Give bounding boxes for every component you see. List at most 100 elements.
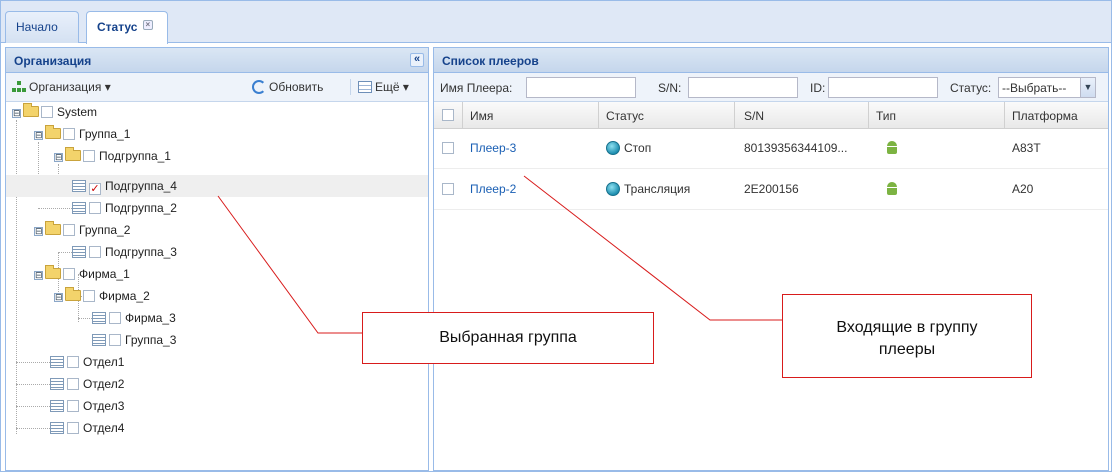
tree-node-label: Фирма_3 bbox=[125, 311, 176, 325]
collapse-icon[interactable]: ⊟ bbox=[34, 227, 43, 236]
select-all-checkbox[interactable] bbox=[442, 109, 454, 121]
selected-node-highlight bbox=[6, 175, 428, 197]
folder-icon bbox=[45, 221, 61, 235]
sn-input[interactable] bbox=[688, 77, 798, 98]
tree-node-label: Группа_3 bbox=[125, 333, 177, 347]
tree-node-label: Подгруппа_3 bbox=[105, 245, 177, 259]
tree-node-label: Отдел3 bbox=[83, 399, 125, 413]
tree-node-label: Подгруппа_2 bbox=[105, 201, 177, 215]
players-panel-title: Список плееров bbox=[442, 54, 539, 68]
player-status-text: Стоп bbox=[624, 141, 652, 155]
players-panel: Список плееров Имя Плеера: S/N: ID: Стат… bbox=[433, 47, 1109, 471]
collapse-icon[interactable]: ⊟ bbox=[54, 153, 63, 162]
tree-checkbox[interactable] bbox=[83, 150, 95, 162]
tree-node-label: Группа_1 bbox=[79, 127, 131, 141]
toolbar-divider bbox=[350, 79, 351, 95]
tree-checkbox[interactable] bbox=[67, 378, 79, 390]
tree-node-dept-1[interactable]: Отдел1 bbox=[50, 352, 124, 372]
tree-node-group-2[interactable]: ⊟ Группа_2 bbox=[34, 220, 130, 240]
player-name-link[interactable]: Плеер-2 bbox=[470, 182, 516, 196]
player-status-text: Трансляция bbox=[624, 182, 691, 196]
tree-checkbox[interactable] bbox=[41, 106, 53, 118]
tree-node-group-1[interactable]: ⊟ Группа_1 bbox=[34, 124, 130, 144]
collapse-icon[interactable]: ⊟ bbox=[12, 109, 21, 118]
tree-node-label: Подгруппа_4 bbox=[105, 179, 177, 193]
tree-checkbox[interactable] bbox=[63, 224, 75, 236]
tree-node-label: Группа_2 bbox=[79, 223, 131, 237]
tab-status-label: Статус bbox=[97, 20, 138, 34]
player-platform: A83T bbox=[1012, 141, 1041, 155]
column-sn[interactable]: S/N bbox=[744, 109, 764, 123]
collapse-icon[interactable]: ⊟ bbox=[54, 293, 63, 302]
tree-checkbox[interactable] bbox=[109, 334, 121, 346]
tree-node-subgroup-2[interactable]: Подгруппа_2 bbox=[72, 198, 177, 218]
status-globe-icon bbox=[606, 141, 620, 155]
table-row[interactable]: Плеер-2 Трансляция 2E200156 A20 bbox=[434, 170, 1108, 210]
tree-checkbox[interactable] bbox=[109, 312, 121, 324]
tree-node-label: Отдел2 bbox=[83, 377, 125, 391]
player-name-link[interactable]: Плеер-3 bbox=[470, 141, 516, 155]
column-type[interactable]: Тип bbox=[876, 109, 896, 123]
chevron-down-icon[interactable]: ▼ bbox=[1080, 78, 1095, 97]
refresh-button[interactable]: Обновить bbox=[252, 80, 323, 94]
list-icon bbox=[72, 246, 86, 258]
callout-selected-group: Выбранная группа bbox=[362, 312, 654, 364]
callout-players-in-group: Входящие в группу плееры bbox=[782, 294, 1032, 378]
tree-checkbox[interactable] bbox=[67, 400, 79, 412]
collapse-icon[interactable]: ⊟ bbox=[34, 271, 43, 280]
table-row[interactable]: Плеер-3 Стоп 80139356344109... A83T bbox=[434, 129, 1108, 169]
callout-selected-group-text: Выбранная группа bbox=[439, 329, 577, 346]
column-platform[interactable]: Платформа bbox=[1012, 109, 1078, 123]
organization-toolbar: Организация ▾ Обновить Ещё ▾ bbox=[6, 73, 428, 102]
collapse-icon[interactable]: ⊟ bbox=[34, 131, 43, 140]
organization-panel: Организация « Организация ▾ Обновить Ещё… bbox=[5, 47, 429, 471]
tab-home[interactable]: Начало bbox=[5, 11, 79, 43]
tree-node-subgroup-3[interactable]: Подгруппа_3 bbox=[72, 242, 177, 262]
tree-checkbox[interactable] bbox=[89, 202, 101, 214]
tree-node-subgroup-1[interactable]: ⊟ Подгруппа_1 bbox=[54, 146, 171, 166]
tree-checkbox[interactable] bbox=[83, 290, 95, 302]
list-icon bbox=[72, 202, 86, 214]
android-icon bbox=[886, 141, 898, 156]
status-globe-icon bbox=[606, 182, 620, 196]
player-name-input[interactable] bbox=[526, 77, 636, 98]
collapse-panel-button[interactable]: « bbox=[410, 53, 424, 67]
list-icon bbox=[92, 334, 106, 346]
tree-checkbox-checked[interactable]: ✓ bbox=[89, 183, 101, 195]
organization-panel-header: Организация « bbox=[6, 48, 428, 73]
tree-node-dept-3[interactable]: Отдел3 bbox=[50, 396, 124, 416]
id-input[interactable] bbox=[828, 77, 938, 98]
tree-checkbox[interactable] bbox=[67, 356, 79, 368]
list-icon bbox=[50, 400, 64, 412]
refresh-label: Обновить bbox=[269, 80, 324, 94]
players-panel-header: Список плееров bbox=[434, 48, 1108, 73]
tree-node-firm-1[interactable]: ⊟ Фирма_1 bbox=[34, 264, 130, 284]
refresh-icon bbox=[252, 80, 266, 94]
tree-node-group-3[interactable]: Группа_3 bbox=[92, 330, 176, 350]
column-name[interactable]: Имя bbox=[470, 109, 493, 123]
column-status[interactable]: Статус bbox=[606, 109, 644, 123]
tree-checkbox[interactable] bbox=[63, 128, 75, 140]
tree-node-subgroup-4[interactable]: ✓ Подгруппа_4 bbox=[72, 176, 177, 196]
android-icon bbox=[886, 182, 898, 197]
list-icon bbox=[50, 422, 64, 434]
tab-status[interactable]: Статус × bbox=[86, 11, 168, 44]
tree-checkbox[interactable] bbox=[67, 422, 79, 434]
row-checkbox[interactable] bbox=[442, 142, 454, 154]
more-menu-button[interactable]: Ещё ▾ bbox=[358, 80, 409, 94]
tree-node-system[interactable]: ⊟ System bbox=[12, 102, 97, 122]
organization-menu-button[interactable]: Организация ▾ bbox=[12, 80, 111, 94]
tree-node-dept-2[interactable]: Отдел2 bbox=[50, 374, 124, 394]
tab-close-icon[interactable]: × bbox=[142, 20, 153, 30]
row-checkbox[interactable] bbox=[442, 183, 454, 195]
player-status: Трансляция bbox=[606, 182, 690, 196]
tree-checkbox[interactable] bbox=[63, 268, 75, 280]
tree-node-dept-4[interactable]: Отдел4 bbox=[50, 418, 124, 438]
tree-node-firm-3[interactable]: Фирма_3 bbox=[92, 308, 176, 328]
status-filter-select[interactable]: --Выбрать-- ▼ bbox=[998, 77, 1096, 98]
tree-node-firm-2[interactable]: ⊟ Фирма_2 bbox=[54, 286, 150, 306]
tree-node-label: System bbox=[57, 105, 98, 119]
filter-bar: Имя Плеера: S/N: ID: Статус: --Выбрать--… bbox=[434, 73, 1108, 102]
tree-checkbox[interactable] bbox=[89, 246, 101, 258]
grid-header: Имя Статус S/N Тип Платформа bbox=[434, 102, 1108, 129]
